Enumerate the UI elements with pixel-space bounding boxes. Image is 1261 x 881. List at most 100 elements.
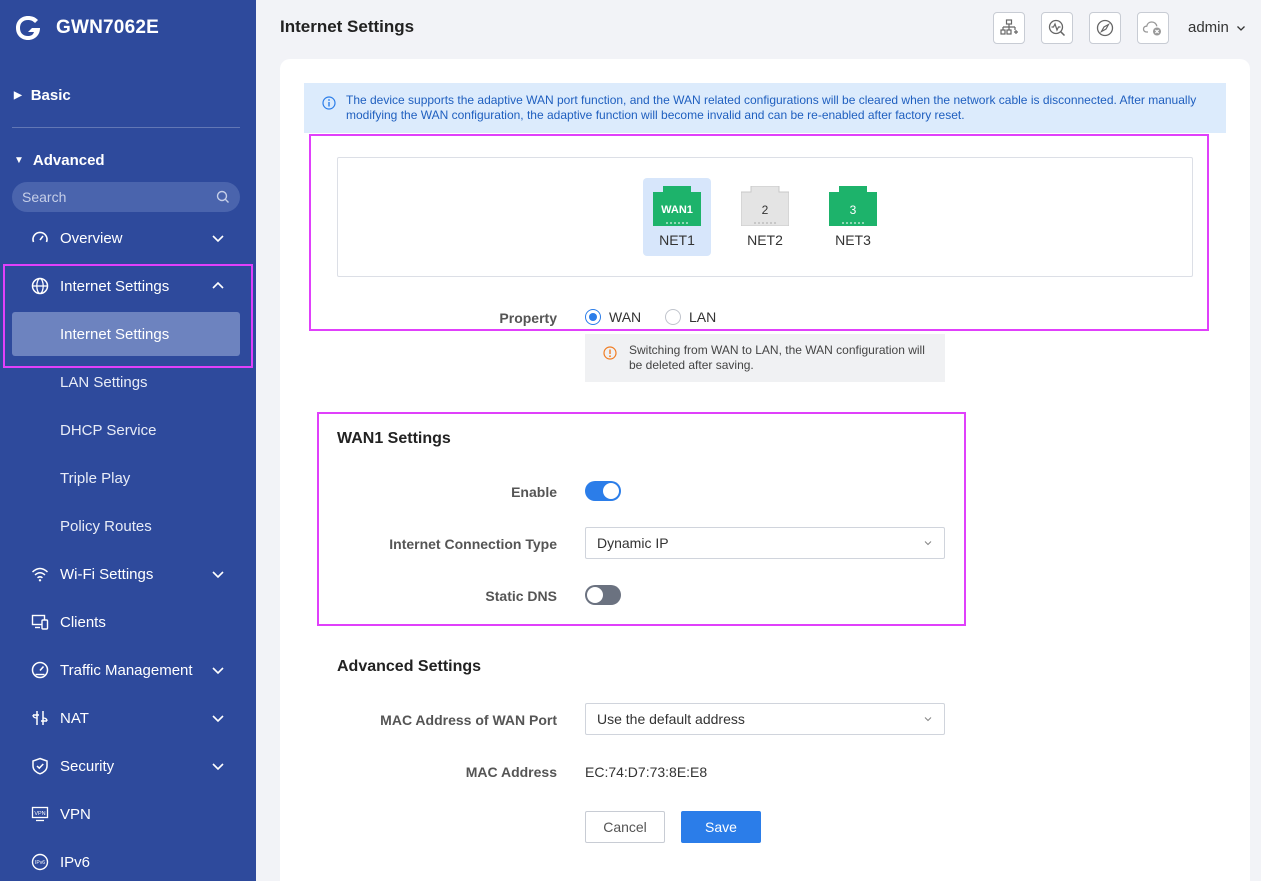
sidebar-item-nat[interactable]: NAT bbox=[0, 696, 256, 740]
sidebar-subitem-label: LAN Settings bbox=[60, 373, 148, 391]
radio-wan[interactable]: WAN bbox=[585, 309, 641, 325]
sidebar-search bbox=[12, 182, 240, 212]
warning-text: Switching from WAN to LAN, the WAN confi… bbox=[629, 343, 925, 372]
ethernet-port-icon: 3 bbox=[829, 186, 877, 226]
sidebar-subitem-policy-routes[interactable]: Policy Routes bbox=[0, 504, 256, 548]
radio-wan-label: WAN bbox=[609, 309, 642, 325]
port-name: NET2 bbox=[747, 232, 783, 248]
sidebar-item-label: Internet Settings bbox=[60, 277, 170, 295]
user-menu[interactable]: admin bbox=[1188, 19, 1247, 36]
cloud-disconnected-icon bbox=[1142, 21, 1161, 36]
sidebar-subitem-internet-settings[interactable]: Internet Settings bbox=[0, 312, 256, 356]
topology-button[interactable] bbox=[993, 12, 1025, 44]
sidebar-item-traffic-management[interactable]: Traffic Management bbox=[0, 648, 256, 692]
svg-text:VPN: VPN bbox=[34, 811, 45, 817]
chevron-down-icon bbox=[212, 763, 224, 771]
chevron-up-icon bbox=[212, 281, 224, 289]
info-icon bbox=[322, 96, 336, 110]
wan-settings-title: WAN1 Settings bbox=[337, 430, 451, 447]
nav-section-basic[interactable]: ▶ Basic bbox=[14, 87, 71, 104]
topbar: Internet Settings admin bbox=[256, 0, 1261, 56]
sidebar-subitem-label: Policy Routes bbox=[60, 517, 152, 535]
chevron-down-icon bbox=[212, 667, 224, 675]
chevron-down-icon bbox=[924, 717, 932, 722]
grandstream-logo-icon bbox=[16, 16, 40, 40]
svg-text:IPv6: IPv6 bbox=[35, 860, 45, 866]
sidebar-item-label: Security bbox=[60, 757, 115, 775]
enable-toggle[interactable] bbox=[585, 481, 621, 501]
connection-type-label: Internet Connection Type bbox=[389, 536, 557, 552]
property-label: Property bbox=[499, 310, 557, 326]
caret-down-icon: ▼ bbox=[14, 155, 24, 166]
wifi-icon bbox=[30, 564, 50, 584]
static-dns-label: Static DNS bbox=[485, 588, 557, 604]
ethernet-port-icon: 2 bbox=[741, 186, 789, 226]
port-badge: 3 bbox=[850, 203, 857, 217]
connection-type-select[interactable]: Dynamic IP bbox=[585, 527, 945, 559]
sidebar-item-ipv6[interactable]: IPv6 IPv6 bbox=[0, 840, 256, 881]
sidebar-item-label: Wi-Fi Settings bbox=[60, 565, 154, 583]
caret-right-icon: ▶ bbox=[14, 90, 22, 101]
sidebar-item-internet-settings[interactable]: Internet Settings bbox=[0, 264, 256, 308]
port-name: NET1 bbox=[659, 232, 695, 248]
sidebar-subitem-lan-settings[interactable]: LAN Settings bbox=[0, 360, 256, 404]
sidebar-subitem-label: DHCP Service bbox=[60, 421, 157, 439]
save-button[interactable]: Save bbox=[681, 811, 761, 843]
page-title: Internet Settings bbox=[280, 17, 415, 36]
port-name: NET3 bbox=[835, 232, 871, 248]
port-net3[interactable]: 3 NET3 bbox=[819, 178, 887, 256]
nat-icon bbox=[30, 708, 50, 728]
advanced-settings-title: Advanced Settings bbox=[337, 658, 482, 675]
port-net1[interactable]: WAN1 NET1 bbox=[643, 178, 711, 256]
warning-notice: Switching from WAN to LAN, the WAN confi… bbox=[585, 334, 945, 382]
mac-port-label: MAC Address of WAN Port bbox=[380, 712, 557, 728]
ethernet-port-icon: WAN1 bbox=[653, 186, 701, 226]
sidebar-subitem-dhcp-service[interactable]: DHCP Service bbox=[0, 408, 256, 452]
sidebar-item-label: Overview bbox=[60, 229, 123, 247]
cancel-button[interactable]: Cancel bbox=[585, 811, 665, 843]
device-name: GWN7062E bbox=[56, 17, 159, 38]
sidebar-subitem-triple-play[interactable]: Triple Play bbox=[0, 456, 256, 500]
mac-port-select[interactable]: Use the default address bbox=[585, 703, 945, 735]
sidebar-subitem-label: Triple Play bbox=[60, 469, 131, 487]
radio-lan[interactable]: LAN bbox=[665, 309, 716, 325]
sidebar-item-wifi-settings[interactable]: Wi-Fi Settings bbox=[0, 552, 256, 596]
topology-icon bbox=[1000, 19, 1018, 35]
sidebar-item-overview[interactable]: Overview bbox=[0, 216, 256, 260]
ipv6-icon: IPv6 bbox=[30, 852, 50, 872]
sidebar-item-clients[interactable]: Clients bbox=[0, 600, 256, 644]
mac-address-value: EC:74:D7:73:8E:E8 bbox=[585, 764, 708, 780]
sidebar-item-label: NAT bbox=[60, 709, 89, 727]
nav-section-advanced-label: Advanced bbox=[32, 152, 105, 169]
brand: GWN7062E bbox=[14, 10, 159, 46]
compass-icon bbox=[1096, 19, 1114, 37]
radio-circle-checked bbox=[585, 309, 601, 325]
divider bbox=[12, 127, 240, 128]
compass-button[interactable] bbox=[1089, 12, 1121, 44]
info-banner-text: The device supports the adaptive WAN por… bbox=[346, 93, 1197, 122]
sidebar-item-vpn[interactable]: VPN VPN bbox=[0, 792, 256, 836]
info-banner: The device supports the adaptive WAN por… bbox=[304, 83, 1226, 133]
sidebar-search-input[interactable] bbox=[22, 189, 202, 205]
search-icon[interactable] bbox=[216, 190, 230, 204]
sidebar-item-label: VPN bbox=[60, 805, 91, 823]
gauge-icon bbox=[30, 228, 50, 248]
cloud-status-button[interactable] bbox=[1137, 12, 1169, 44]
sidebar-item-security[interactable]: Security bbox=[0, 744, 256, 788]
diagnostics-button[interactable] bbox=[1041, 12, 1073, 44]
chevron-down-icon bbox=[1236, 25, 1245, 31]
sidebar: GWN7062E ▶ Basic ▼ Advanced Overview Int… bbox=[0, 0, 256, 881]
port-badge: 2 bbox=[762, 203, 769, 217]
diagnostics-icon bbox=[1048, 19, 1066, 37]
port-net2[interactable]: 2 NET2 bbox=[731, 178, 799, 256]
warning-icon bbox=[603, 346, 617, 360]
nav-section-advanced[interactable]: ▼ Advanced bbox=[14, 152, 105, 169]
mac-port-value: Use the default address bbox=[597, 711, 745, 727]
enable-label: Enable bbox=[511, 484, 557, 500]
sidebar-item-label: Clients bbox=[60, 613, 106, 631]
static-dns-toggle[interactable] bbox=[585, 585, 621, 605]
devices-icon bbox=[30, 612, 50, 632]
sidebar-subitem-label: Internet Settings bbox=[60, 325, 170, 343]
chevron-down-icon bbox=[924, 541, 932, 546]
speedometer-icon bbox=[30, 660, 50, 680]
